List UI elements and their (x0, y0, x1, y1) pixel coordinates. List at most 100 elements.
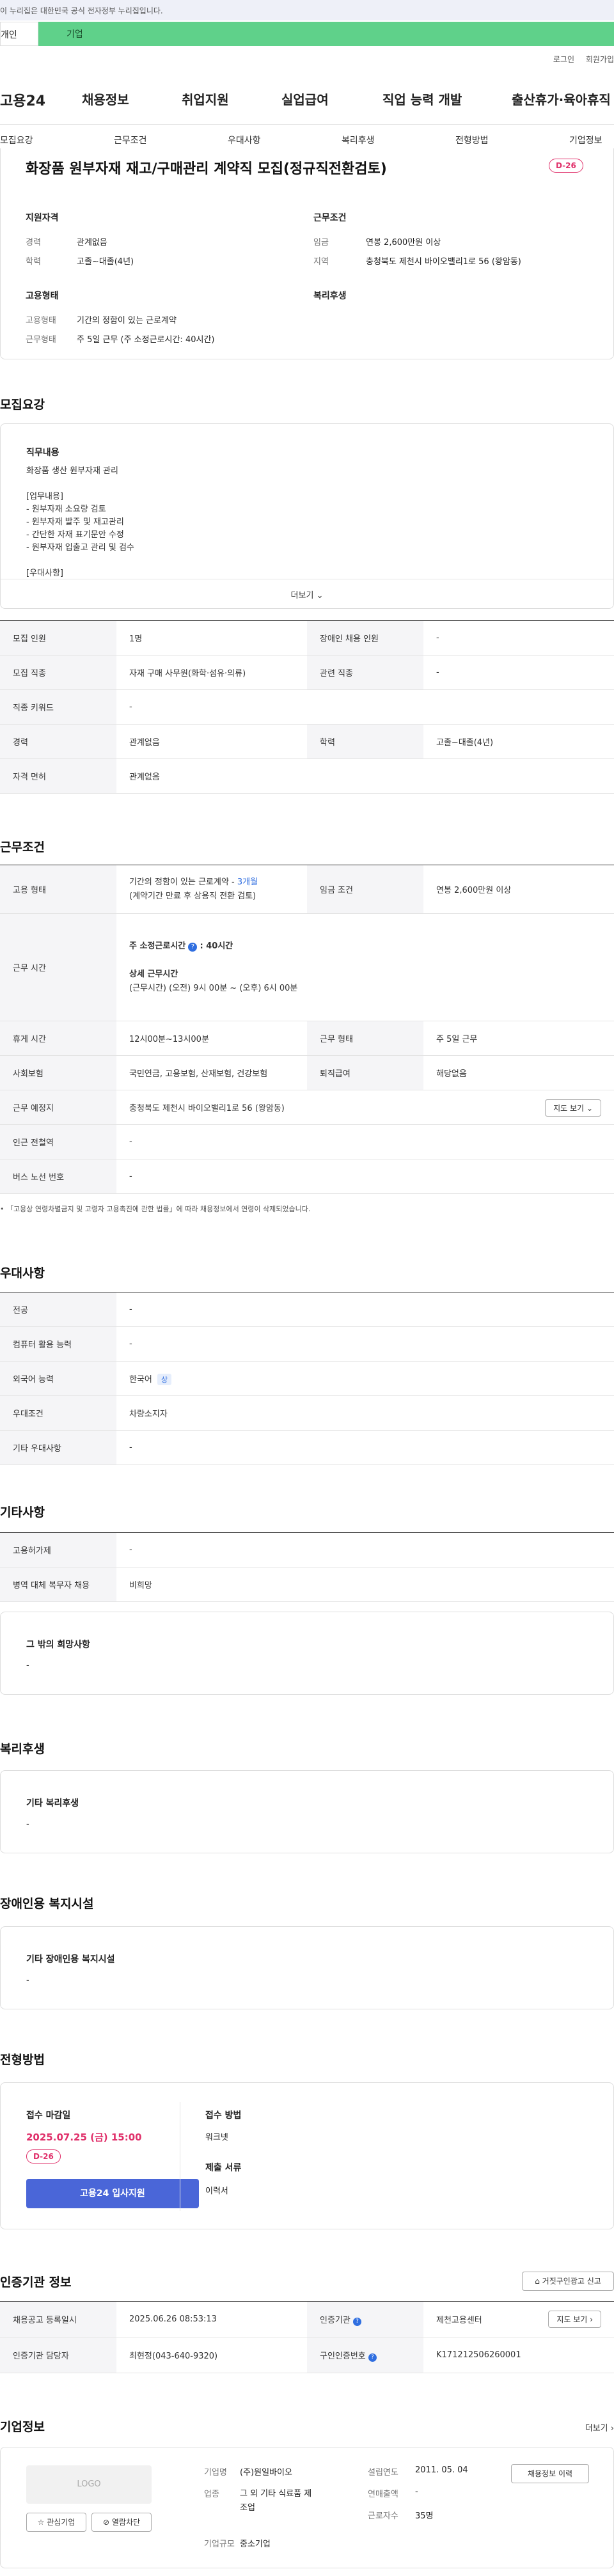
work-form-value: 주 5일 근무 (주 소정근로시간: 40시간) (77, 335, 215, 345)
chevron-down-icon: ⌄ (586, 1104, 593, 1113)
education-label: 학력 (26, 257, 41, 267)
row-value: 2025.06.26 08:53:13 (116, 2301, 307, 2337)
subnav-welfare[interactable]: 복리후생 (342, 134, 375, 146)
deadline-value: 2025.07.25 (금) 15:00 (26, 2132, 142, 2143)
cert-map-button[interactable]: 지도 보기 › (548, 2311, 601, 2328)
row-value: 연봉 2,600만원 이상 (423, 865, 614, 914)
login-link[interactable]: 로그인 (553, 55, 574, 64)
subnav-work[interactable]: 근무조건 (114, 134, 147, 146)
language-cell: 한국어 상 (116, 1361, 614, 1396)
table-row: 모집 인원 1명 장애인 채용 인원 - (0, 620, 614, 656)
row-value: - (423, 620, 614, 656)
row-value: 자재 구매 사무원(화학·섬유·의류) (116, 655, 307, 690)
row-label: 경력 (0, 724, 116, 759)
site-logo[interactable]: 고용24 (0, 90, 45, 110)
row-label: 고용허가제 (0, 1532, 116, 1567)
map-view-button[interactable]: 지도 보기 ⌄ (545, 1099, 601, 1117)
row-value: K171212506260001 (423, 2337, 614, 2373)
employment-heading: 고용형태 (26, 291, 59, 301)
gnb-item-unemployment-benefit[interactable]: 실업급여 (281, 90, 329, 108)
subnav-recruit[interactable]: 모집요강 (0, 134, 33, 146)
report-fake-ad-button[interactable]: ⌂ 거짓구인광고 신고 (522, 2272, 614, 2291)
table-row: 고용허가제 - (0, 1532, 614, 1567)
sales-value: - (415, 2487, 418, 2497)
duty-more-button[interactable]: 더보기 ⌄ (1, 579, 613, 608)
row-label: 인증기관 (320, 2315, 350, 2325)
disabled-facility-card: 기타 장애인용 복지시설 - (0, 1926, 614, 2009)
founded-value: 2011. 05. 04 (415, 2465, 468, 2475)
preferred-section-title: 우대사항 (0, 1266, 45, 1280)
selection-card: 접수 마감일 2025.07.25 (금) 15:00 D-26 고용24 입사… (0, 2082, 614, 2229)
company-name-value: (주)원일바이오 (240, 2468, 292, 2478)
table-row: 컴퓨터 활용 능력 - (0, 1326, 614, 1362)
subnav-preferred[interactable]: 우대사항 (228, 134, 261, 146)
career-value: 관계없음 (77, 238, 107, 247)
qualification-heading: 지원자격 (26, 213, 59, 223)
duty-line: - 원부자재 발주 및 재고관리 (26, 517, 124, 527)
gnb-item-parental-leave[interactable]: 출산휴가·육아휴직 (512, 90, 611, 108)
employment-type-cell: 기간의 정함이 있는 근로계약 - 3개월 (계약기간 만료 후 상용직 전환 … (116, 865, 307, 914)
map-button-label: 지도 보기 (556, 2315, 588, 2324)
disabled-box-title: 기타 장애인용 복지시설 (26, 1954, 115, 1965)
duty-line: - 원부자재 소요량 검토 (26, 505, 106, 514)
company-name-label: 기업명 (204, 2468, 227, 2478)
favorite-company-button[interactable]: ☆ 관심기업 (26, 2513, 86, 2532)
row-value: 최현정(043-640-9320) (116, 2337, 307, 2373)
gnb-item-vocational-training[interactable]: 직업 능력 개발 (382, 90, 462, 108)
row-value: 고졸~대졸(4년) (423, 724, 614, 759)
gov-notice-bar: 이 누리집은 대한민국 공식 전자정부 누리집입니다. (0, 0, 614, 20)
signup-link[interactable]: 회원가입 (586, 55, 614, 64)
hiring-history-button[interactable]: 채용정보 이력 (511, 2464, 589, 2483)
info-icon[interactable]: ? (352, 2317, 361, 2326)
career-label: 경력 (26, 238, 41, 247)
work-table: 고용 형태 기간의 정함이 있는 근로계약 - 3개월 (계약기간 만료 후 상… (0, 865, 614, 1194)
contract-period: 3개월 (237, 877, 258, 887)
row-value: - (116, 689, 614, 725)
info-icon[interactable]: ? (188, 942, 198, 952)
tab-corporate[interactable]: 기업 (38, 22, 614, 46)
subnav-company[interactable]: 기업정보 (569, 134, 602, 146)
info-icon[interactable]: ? (368, 2353, 377, 2362)
other-wishes-title: 그 밖의 희망사항 (26, 1640, 90, 1650)
row-label: 채용공고 등록일시 (0, 2301, 116, 2337)
row-label: 인증기관 담당자 (0, 2337, 116, 2373)
deadline-label: 접수 마감일 (26, 2110, 71, 2121)
welfare-heading: 복리후생 (313, 291, 347, 301)
region-value: 충청북도 제천시 바이오밸리1로 56 (왕암동) (366, 257, 521, 267)
recruit-section-title: 모집요강 (0, 398, 45, 412)
subnav-selection[interactable]: 전형방법 (455, 134, 489, 146)
welfare-box-title: 기타 복리후생 (26, 1798, 79, 1809)
row-label: 자격 면허 (0, 758, 116, 794)
row-value: 1명 (116, 620, 307, 656)
selection-dday-badge: D-26 (26, 2149, 61, 2164)
block-company-button[interactable]: ⊘ 열람차단 (91, 2513, 152, 2532)
hours-detail: (근무시간) (오전) 9시 00분 ~ (오후) 6시 00분 (129, 983, 298, 993)
cert-section-title: 인증기관 정보 (0, 2275, 72, 2289)
row-label: 전공 (0, 1292, 116, 1327)
gov-notice-text: 이 누리집은 대한민국 공식 전자정부 누리집입니다. (0, 6, 163, 15)
row-label: 기타 우대사항 (0, 1430, 116, 1465)
size-value: 중소기업 (240, 2540, 271, 2549)
other-wishes-card: 그 밖의 희망사항 - (0, 1612, 614, 1695)
company-more-label: 더보기 (585, 2424, 608, 2433)
map-button-label: 지도 보기 (553, 1104, 585, 1113)
gnb-item-jobs[interactable]: 채용정보 (82, 90, 129, 108)
industry-label: 업종 (204, 2490, 219, 2499)
row-value: - (116, 1532, 614, 1567)
table-row: 자격 면허 관계없음 (0, 758, 614, 794)
tab-individual[interactable]: 개인 (0, 22, 38, 46)
chevron-right-icon: › (610, 2424, 614, 2433)
employment-type-label: 고용형태 (26, 316, 56, 326)
duty-line: [업무내용] (26, 492, 63, 501)
company-more-link[interactable]: 더보기 › (585, 2421, 614, 2433)
preferred-table: 전공 - 컴퓨터 활용 능력 - 외국어 능력 한국어 상 우대조건 차량소지자 기타 … (0, 1292, 614, 1465)
work-form-label: 근무형태 (26, 335, 56, 345)
founded-label: 설립연도 (368, 2468, 398, 2478)
user-type-tabs: 개인 기업 (0, 22, 614, 46)
global-nav: 고용24 채용정보 취업지원 실업급여 직업 능력 개발 출산휴가·육아휴직 (0, 86, 614, 111)
table-row: 병역 대체 복무자 채용 비희망 (0, 1567, 614, 1602)
gnb-item-employment-support[interactable]: 취업지원 (182, 90, 229, 108)
other-section-title: 기타사항 (0, 1505, 45, 1520)
duty-line (26, 554, 134, 567)
apply-button[interactable]: 고용24 입사지원 (26, 2179, 199, 2208)
